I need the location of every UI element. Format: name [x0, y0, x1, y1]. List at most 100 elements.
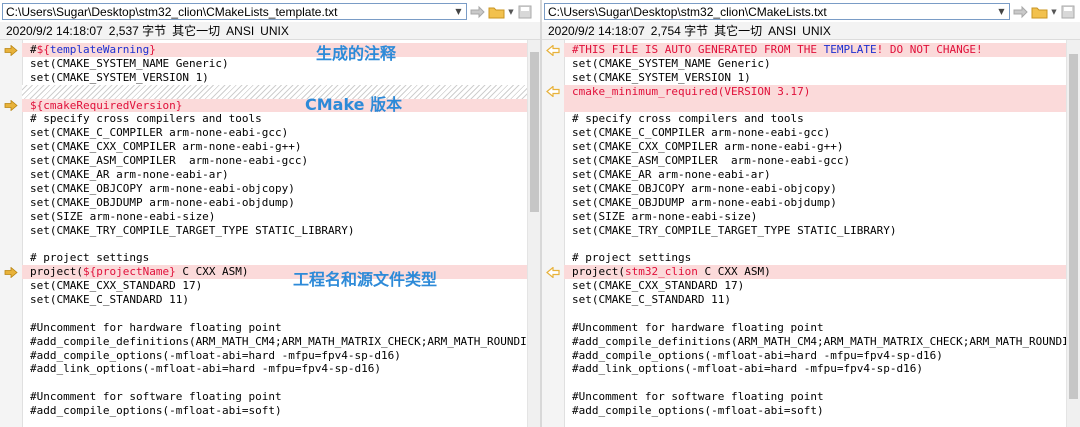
folder-icon[interactable] [1030, 3, 1050, 21]
code-line: # specify cross compilers and tools [30, 112, 262, 126]
chevron-down-icon[interactable]: ▼ [451, 4, 466, 19]
right-other: 其它一切 [714, 24, 763, 38]
code-line: #add_compile_options(-mfloat-abi=soft) [30, 404, 282, 418]
code-line: set(CMAKE_AR arm-none-eabi-ar) [30, 168, 229, 182]
folder-icon[interactable] [487, 3, 507, 21]
annotation-project: 工程名和源文件类型 [293, 270, 438, 289]
left-info-bar: 2020/9/2 14:18:07 2,537 字节 其它一切 ANSI UNI… [0, 22, 541, 40]
code-line: #add_compile_options(-mfloat-abi=hard -m… [572, 348, 943, 362]
right-size: 2,754 字节 [650, 24, 709, 38]
left-other: 其它一切 [172, 24, 221, 38]
right-info-bar: 2020/9/2 14:18:07 2,754 字节 其它一切 ANSI UNI… [542, 22, 1080, 40]
code-line: #${templateWarning} [22, 43, 527, 57]
arrow-left-icon[interactable] [545, 44, 561, 56]
code-line: set(CMAKE_ASM_COMPILER arm-none-eabi-gcc… [572, 154, 851, 168]
code-line: #add_link_options(-mfloat-abi=hard -mfpu… [30, 362, 381, 376]
code-line: set(SIZE arm-none-eabi-size) [572, 209, 758, 223]
arrow-right-icon[interactable] [3, 266, 19, 278]
right-editor[interactable]: #THIS FILE IS AUTO GENERATED FROM THE TE… [542, 40, 1080, 427]
code-line: cmake_minimum_required(VERSION 3.17) [564, 84, 1066, 99]
left-path-text: C:\Users\Sugar\Desktop\stm32_clion\CMake… [6, 4, 338, 19]
right-path-text: C:\Users\Sugar\Desktop\stm32_clion\CMake… [548, 4, 827, 19]
code-line: set(CMAKE_OBJDUMP arm-none-eabi-objdump) [30, 195, 295, 209]
right-pane: C:\Users\Sugar\Desktop\stm32_clion\CMake… [542, 0, 1080, 427]
right-code-lines: #THIS FILE IS AUTO GENERATED FROM THE TE… [564, 43, 1066, 418]
left-code-lines: #${templateWarning} set(CMAKE_SYSTEM_NAME… [22, 43, 527, 418]
code-line: # project settings [30, 251, 150, 265]
code-line [22, 84, 527, 99]
right-gutter [542, 40, 565, 427]
code-line: set(CMAKE_SYSTEM_VERSION 1) [572, 70, 751, 84]
code-line [564, 98, 1066, 113]
code-line: set(CMAKE_CXX_COMPILER arm-none-eabi-g++… [30, 140, 302, 154]
code-line: #add_compile_definitions(ARM_MATH_CM4;AR… [572, 334, 1066, 348]
left-size: 2,537 字节 [108, 24, 167, 38]
annotation-cmake-version: CMake 版本 [305, 95, 403, 114]
code-line: set(CMAKE_CXX_COMPILER arm-none-eabi-g++… [572, 140, 844, 154]
code-line: set(CMAKE_TRY_COMPILE_TARGET_TYPE STATIC… [572, 223, 897, 237]
arrow-icon[interactable] [467, 3, 487, 21]
right-path-input[interactable]: C:\Users\Sugar\Desktop\stm32_clion\CMake… [544, 3, 1010, 20]
left-editor[interactable]: #${templateWarning} set(CMAKE_SYSTEM_NAME… [0, 40, 541, 427]
code-line: #add_compile_definitions(ARM_MATH_CM4;AR… [30, 334, 527, 348]
dropdown-icon[interactable]: ▼ [507, 3, 515, 21]
code-line: set(CMAKE_SYSTEM_NAME Generic) [30, 56, 229, 70]
arrow-left-icon[interactable] [545, 86, 561, 98]
left-pane: C:\Users\Sugar\Desktop\stm32_clion\CMake… [0, 0, 541, 427]
code-line: ${cmakeRequiredVersion} [22, 98, 527, 113]
code-line: #Uncomment for hardware floating point [572, 320, 824, 334]
code-line: #THIS FILE IS AUTO GENERATED FROM THE TE… [564, 43, 1066, 57]
left-path-input[interactable]: C:\Users\Sugar\Desktop\stm32_clion\CMake… [2, 3, 467, 20]
code-line: #Uncomment for software floating point [572, 390, 824, 404]
code-line: project(stm32_clion C CXX ASM) [564, 265, 1066, 280]
left-datetime: 2020/9/2 14:18:07 [6, 23, 103, 38]
code-line: set(CMAKE_SYSTEM_NAME Generic) [572, 56, 771, 70]
arrow-right-icon[interactable] [3, 100, 19, 112]
chevron-down-icon[interactable]: ▼ [994, 4, 1009, 19]
code-line: set(CMAKE_TRY_COMPILE_TARGET_TYPE STATIC… [30, 223, 355, 237]
code-line: set(CMAKE_C_STANDARD 11) [30, 293, 189, 307]
left-eol: UNIX [260, 23, 289, 38]
left-path-bar: C:\Users\Sugar\Desktop\stm32_clion\CMake… [2, 2, 535, 21]
left-encoding: ANSI [226, 23, 255, 38]
code-line: set(CMAKE_C_COMPILER arm-none-eabi-gcc) [572, 126, 831, 140]
code-line: set(CMAKE_OBJCOPY arm-none-eabi-objcopy) [572, 181, 837, 195]
right-scroll-thumb[interactable] [1069, 54, 1078, 399]
code-line: set(SIZE arm-none-eabi-size) [30, 209, 216, 223]
code-line: # project settings [572, 251, 692, 265]
right-eol: UNIX [802, 23, 831, 38]
code-line: project(${projectName} C CXX ASM) [22, 265, 527, 280]
code-line: set(CMAKE_SYSTEM_VERSION 1) [30, 70, 209, 84]
right-encoding: ANSI [768, 23, 797, 38]
code-line: # specify cross compilers and tools [572, 112, 804, 126]
code-line: set(CMAKE_C_COMPILER arm-none-eabi-gcc) [30, 126, 289, 140]
save-icon[interactable] [515, 3, 535, 21]
arrow-left-icon[interactable] [545, 266, 561, 278]
code-line: set(CMAKE_OBJDUMP arm-none-eabi-objdump) [572, 195, 837, 209]
code-line: set(CMAKE_C_STANDARD 11) [572, 293, 731, 307]
code-line: #add_link_options(-mfloat-abi=hard -mfpu… [572, 362, 923, 376]
dropdown-icon[interactable]: ▼ [1050, 3, 1058, 21]
right-scrollbar[interactable] [1066, 40, 1080, 427]
code-line: set(CMAKE_CXX_STANDARD 17) [30, 279, 203, 293]
code-line: set(CMAKE_CXX_STANDARD 17) [572, 279, 745, 293]
left-scroll-thumb[interactable] [530, 52, 539, 212]
code-line: set(CMAKE_ASM_COMPILER arm-none-eabi-gcc… [30, 154, 309, 168]
left-scrollbar[interactable] [527, 40, 541, 427]
code-line: #Uncomment for software floating point [30, 390, 282, 404]
code-line: #add_compile_options(-mfloat-abi=soft) [572, 404, 824, 418]
annotation-comment: 生成的注释 [316, 44, 397, 63]
save-icon[interactable] [1058, 3, 1078, 21]
arrow-icon[interactable] [1010, 3, 1030, 21]
right-datetime: 2020/9/2 14:18:07 [548, 23, 645, 38]
code-line: #Uncomment for hardware floating point [30, 320, 282, 334]
right-path-bar: C:\Users\Sugar\Desktop\stm32_clion\CMake… [544, 2, 1078, 21]
code-line: set(CMAKE_OBJCOPY arm-none-eabi-objcopy) [30, 181, 295, 195]
arrow-right-icon[interactable] [3, 44, 19, 56]
left-gutter [0, 40, 23, 427]
